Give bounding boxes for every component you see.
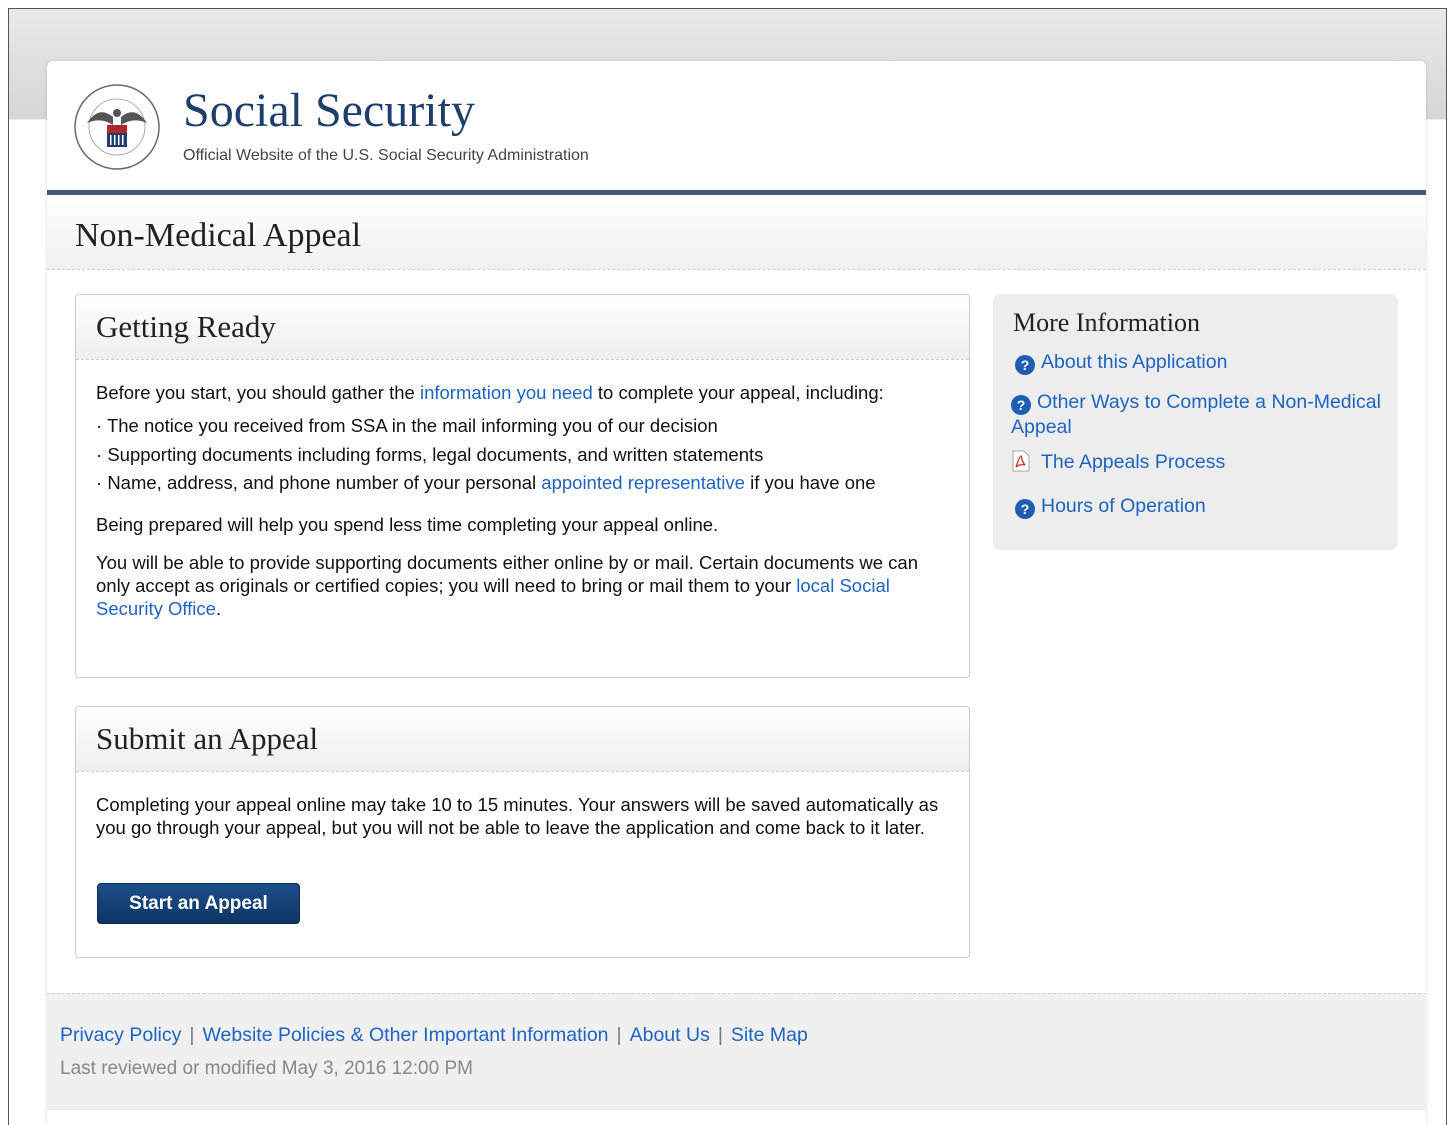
list-item-text-after: if you have one	[744, 472, 876, 493]
browser-viewport: Social Security Official Website of the …	[8, 8, 1447, 1125]
help-circle-icon: ?	[1011, 395, 1031, 415]
website-policies-link[interactable]: Website Policies & Other Important Infor…	[202, 1024, 608, 1046]
hours-of-operation-link[interactable]: Hours of Operation	[1041, 495, 1206, 517]
footer-separator: |	[189, 1024, 195, 1046]
list-item: · Name, address, and phone number of you…	[96, 472, 876, 493]
more-information-panel: More Information ? About this Application…	[993, 294, 1398, 550]
list-item: · The notice you received from SSA in th…	[96, 415, 718, 436]
about-application-link[interactable]: About this Application	[1041, 351, 1227, 373]
site-subtitle: Official Website of the U.S. Social Secu…	[183, 147, 589, 164]
about-us-link[interactable]: About Us	[630, 1024, 710, 1046]
pdf-icon	[1012, 450, 1030, 472]
site-header: Social Security Official Website of the …	[47, 61, 1426, 195]
footer-links: Privacy Policy | Website Policies & Other …	[60, 1024, 808, 1047]
getting-ready-body: Before you start, you should gather the …	[76, 360, 969, 620]
submit-appeal-header: Submit an Appeal	[76, 707, 969, 772]
list-item-text: Supporting documents including forms, le…	[107, 443, 764, 465]
footer-separator: |	[616, 1024, 622, 1046]
page-container: Social Security Official Website of the …	[47, 61, 1426, 1125]
help-circle-icon: ?	[1015, 355, 1035, 375]
prepared-text: Being prepared will help you spend less …	[96, 513, 719, 535]
required-items-list: · The notice you received from SSA in th…	[96, 412, 949, 498]
site-title: Social Security	[183, 84, 475, 137]
list-item-text: Name, address, and phone number of your …	[107, 472, 542, 493]
list-item: · Supporting documents including forms, …	[96, 443, 764, 465]
more-info-item-appeals-process: The Appeals Process	[1011, 450, 1381, 475]
help-circle-icon: ?	[1015, 499, 1035, 519]
site-footer: Privacy Policy | Website Policies & Other …	[47, 993, 1426, 1110]
documents-text-body: You will be able to provide supporting d…	[96, 551, 919, 596]
ssa-seal-logo[interactable]	[73, 83, 161, 171]
last-modified-text: Last reviewed or modified May 3, 2016 12…	[60, 1058, 473, 1079]
other-ways-link[interactable]: Other Ways to Complete a Non-Medical App…	[1011, 391, 1381, 438]
submit-appeal-panel: Submit an Appeal Completing your appeal …	[75, 706, 970, 958]
submit-appeal-text: Completing your appeal online may take 1…	[96, 794, 939, 838]
list-item-text: The notice you received from SSA in the …	[106, 415, 718, 436]
submit-appeal-title: Submit an Appeal	[96, 721, 319, 756]
information-you-need-link[interactable]: information you need	[420, 382, 593, 403]
footer-separator: |	[717, 1024, 723, 1046]
appointed-representative-link[interactable]: appointed representative	[541, 472, 745, 493]
intro-text-after: to complete your appeal, including:	[592, 382, 884, 403]
page-title: Non-Medical Appeal	[75, 217, 362, 254]
getting-ready-header: Getting Ready	[76, 295, 969, 360]
documents-text-end: .	[215, 597, 222, 619]
getting-ready-intro: Before you start, you should gather the …	[96, 381, 949, 404]
more-info-item-about: ? About this Application	[1015, 350, 1385, 375]
getting-ready-panel: Getting Ready Before you start, you shou…	[75, 294, 970, 678]
site-map-link[interactable]: Site Map	[731, 1024, 808, 1046]
intro-text-before: Before you start, you should gather the	[96, 382, 420, 403]
privacy-policy-link[interactable]: Privacy Policy	[60, 1024, 181, 1046]
more-info-item-other-ways: ? Other Ways to Complete a Non-Medical Ap…	[1011, 390, 1381, 440]
appeals-process-link[interactable]: The Appeals Process	[1041, 451, 1225, 473]
start-appeal-button[interactable]: Start an Appeal	[97, 883, 300, 924]
page-title-band: Non-Medical Appeal	[47, 195, 1426, 270]
more-information-title: More Information	[1013, 308, 1201, 337]
more-info-item-hours: ? Hours of Operation	[1015, 494, 1385, 519]
getting-ready-title: Getting Ready	[96, 309, 276, 344]
documents-text: You will be able to provide supporting d…	[96, 551, 949, 620]
submit-appeal-body: Completing your appeal online may take 1…	[76, 772, 969, 839]
